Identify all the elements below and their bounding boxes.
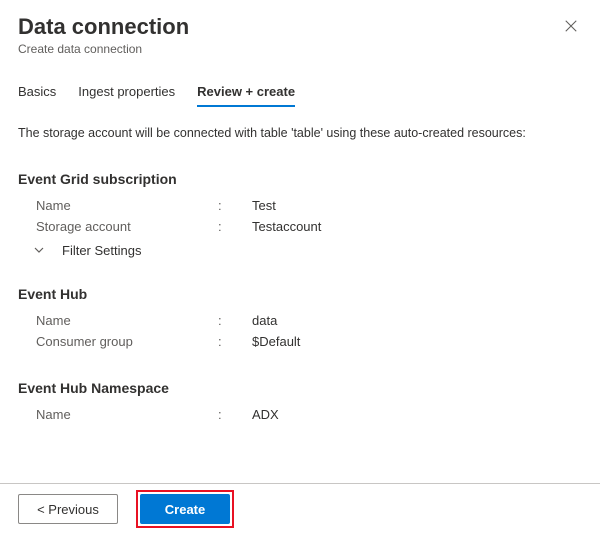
footer-separator (0, 483, 600, 484)
row-event-hub-name: Name : data (18, 310, 582, 331)
create-button[interactable]: Create (140, 494, 230, 524)
tab-ingest-properties[interactable]: Ingest properties (78, 84, 175, 107)
value-event-grid-name: Test (252, 198, 276, 213)
row-event-grid-storage: Storage account : Testaccount (18, 216, 582, 237)
label-event-grid-name: Name (18, 198, 218, 213)
row-namespace-name: Name : ADX (18, 404, 582, 425)
section-title-event-hub: Event Hub (18, 286, 582, 302)
page-title: Data connection (18, 14, 189, 40)
value-namespace-name: ADX (252, 407, 279, 422)
filter-settings-expander[interactable]: Filter Settings (18, 237, 582, 258)
label-event-hub-consumer: Consumer group (18, 334, 218, 349)
label-event-grid-storage: Storage account (18, 219, 218, 234)
value-event-grid-storage: Testaccount (252, 219, 321, 234)
description-text: The storage account will be connected wi… (18, 125, 582, 143)
row-event-grid-name: Name : Test (18, 195, 582, 216)
tab-basics[interactable]: Basics (18, 84, 56, 107)
row-event-hub-consumer: Consumer group : $Default (18, 331, 582, 352)
close-button[interactable] (560, 14, 582, 40)
label-namespace-name: Name (18, 407, 218, 422)
filter-settings-label: Filter Settings (62, 243, 141, 258)
previous-button[interactable]: < Previous (18, 494, 118, 524)
value-event-hub-name: data (252, 313, 277, 328)
page-subtitle: Create data connection (18, 42, 189, 56)
value-event-hub-consumer: $Default (252, 334, 300, 349)
create-button-highlight: Create (136, 490, 234, 528)
section-title-namespace: Event Hub Namespace (18, 380, 582, 396)
chevron-down-icon (32, 243, 46, 257)
tab-bar: Basics Ingest properties Review + create (18, 84, 582, 107)
close-icon (564, 17, 578, 37)
tab-review-create[interactable]: Review + create (197, 84, 295, 107)
label-event-hub-name: Name (18, 313, 218, 328)
section-title-event-grid: Event Grid subscription (18, 171, 582, 187)
